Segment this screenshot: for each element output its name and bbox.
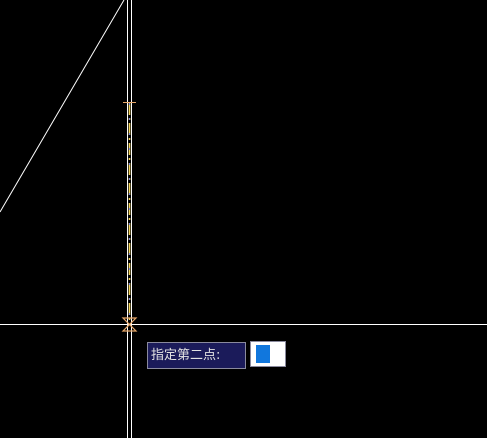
input-cursor — [256, 345, 270, 363]
command-prompt-label: 指定第二点: — [147, 342, 246, 369]
coordinate-input[interactable] — [250, 341, 286, 367]
diagonal-line — [0, 0, 125, 213]
command-prompt-text: 指定第二点: — [151, 348, 221, 363]
drawing-canvas[interactable] — [0, 0, 487, 438]
